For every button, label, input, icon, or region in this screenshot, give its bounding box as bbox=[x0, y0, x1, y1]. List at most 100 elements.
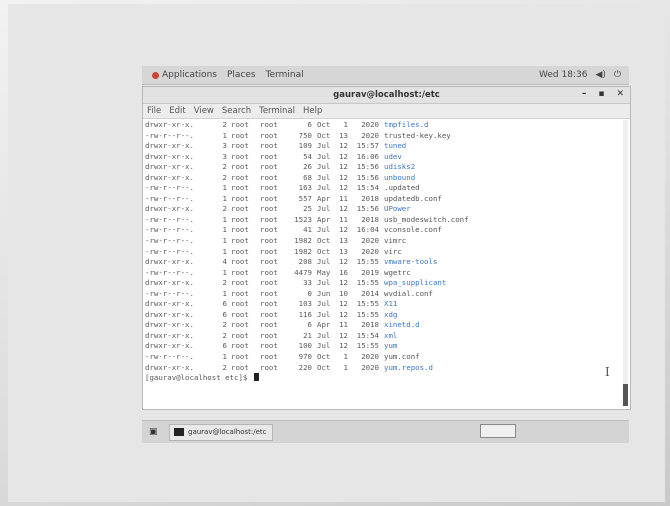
terminal-icon bbox=[174, 428, 184, 436]
listing-owner: root bbox=[231, 288, 249, 298]
listing-owner: root bbox=[231, 320, 249, 330]
listing-name: xml bbox=[384, 330, 398, 340]
listing-perm: drwxr-xr-x. bbox=[145, 330, 194, 340]
listing-line: drwxr-xr-x. 6 root root 100 Jul 12 15:55 yum bbox=[145, 341, 619, 352]
taskbar-window-item[interactable]: gaurav@localhost:/etc bbox=[169, 423, 273, 441]
listing-size: 100 bbox=[298, 341, 312, 351]
listing-mon: Oct bbox=[317, 352, 331, 362]
menu-view[interactable]: View bbox=[194, 106, 214, 116]
listing-links: 1 bbox=[222, 236, 227, 246]
listing-line: -rw-r--r--. 1 root root 41 Jul 12 16:04 vconsole… bbox=[145, 225, 619, 236]
listing-group: root bbox=[260, 151, 278, 161]
listing-size: 6 bbox=[307, 120, 312, 129]
listing-size: 41 bbox=[303, 225, 312, 235]
scroll-thumb[interactable] bbox=[623, 384, 628, 406]
listing-links: 2 bbox=[222, 330, 227, 340]
listing-name: usb_modeswitch.conf bbox=[384, 214, 469, 224]
menu-terminal[interactable]: Terminal bbox=[259, 106, 295, 116]
listing-time: 15:55 bbox=[356, 278, 379, 288]
listing-mon: Oct bbox=[317, 362, 331, 372]
listing-mon: Apr bbox=[317, 214, 331, 224]
prompt-line[interactable]: [gaurav@localhost etc]$ bbox=[145, 373, 619, 384]
listing-group: root bbox=[260, 120, 278, 129]
listing-perm: drwxr-xr-x. bbox=[145, 162, 194, 172]
listing-group: root bbox=[260, 362, 278, 372]
listing-owner: root bbox=[231, 214, 249, 224]
listing-time: 15:56 bbox=[356, 204, 379, 214]
listing-perm: drwxr-xr-x. bbox=[145, 341, 194, 351]
listing-mon: Oct bbox=[317, 246, 331, 256]
listing-line: -rw-r--r--. 1 root root 1982 Oct 13 2020 vimrc bbox=[145, 236, 619, 247]
listing-name: X11 bbox=[384, 299, 398, 309]
listing-links: 2 bbox=[222, 172, 227, 182]
listing-line: drwxr-xr-x. 2 root root 26 Jul 12 15:56 udisks2 bbox=[145, 162, 619, 173]
scrollbar[interactable] bbox=[623, 120, 628, 406]
listing-group: root bbox=[260, 352, 278, 362]
minimize-icon[interactable]: – bbox=[582, 89, 587, 99]
listing-line: -rw-r--r--. 1 root root 1982 Oct 13 2020 virc bbox=[145, 247, 619, 258]
listing-mon: Jul bbox=[317, 151, 331, 161]
listing-group: root bbox=[260, 320, 278, 330]
listing-line: -rw-r--r--. 1 root root 4479 May 16 2019 wgetrc bbox=[145, 268, 619, 279]
listing-time: 2020 bbox=[361, 236, 379, 246]
close-icon[interactable]: ✕ bbox=[616, 89, 624, 99]
listing-day: 12 bbox=[339, 330, 348, 340]
places-menu[interactable]: Places bbox=[227, 70, 256, 80]
window-titlebar[interactable]: gaurav@localhost:/etc – ▪ ✕ bbox=[143, 87, 630, 104]
listing-name: wvdial.conf bbox=[384, 288, 433, 298]
listing-mon: Jul bbox=[317, 330, 331, 340]
listing-mon: Jul bbox=[317, 162, 331, 172]
listing-perm: drwxr-xr-x. bbox=[145, 362, 194, 372]
listing-mon: Apr bbox=[317, 193, 331, 203]
terminal-cursor bbox=[253, 373, 259, 382]
listing-mon: Jul bbox=[317, 141, 331, 151]
listing-day: 1 bbox=[343, 362, 348, 372]
clock[interactable]: Wed 18:36 bbox=[539, 70, 587, 80]
listing-day: 12 bbox=[339, 151, 348, 161]
listing-links: 1 bbox=[222, 288, 227, 298]
listing-day: 12 bbox=[339, 278, 348, 288]
listing-day: 12 bbox=[339, 204, 348, 214]
listing-time: 2020 bbox=[361, 130, 379, 140]
listing-size: 557 bbox=[298, 193, 312, 203]
listing-day: 11 bbox=[339, 214, 348, 224]
power-icon[interactable]: ⏻ bbox=[614, 70, 621, 80]
menu-search[interactable]: Search bbox=[222, 106, 251, 116]
listing-size: 54 bbox=[303, 151, 312, 161]
listing-time: 2020 bbox=[361, 352, 379, 362]
terminal-app-menu[interactable]: Terminal bbox=[266, 70, 304, 80]
listing-mon: Apr bbox=[317, 320, 331, 330]
listing-group: root bbox=[260, 236, 278, 246]
menu-edit[interactable]: Edit bbox=[169, 106, 185, 116]
listing-size: 1982 bbox=[294, 246, 312, 256]
listing-group: root bbox=[260, 330, 278, 340]
top-panel: Applications Places Terminal Wed 18:36 ◀… bbox=[142, 66, 629, 85]
listing-name: UPower bbox=[384, 204, 411, 214]
listing-time: 2019 bbox=[361, 267, 379, 277]
listing-mon: Jul bbox=[317, 299, 331, 309]
listing-time: 2018 bbox=[361, 320, 379, 330]
workspace-switcher[interactable] bbox=[480, 424, 516, 438]
terminal-output[interactable]: drwxr-xr-x. 2 root root 6 Oct 1 2020 tmpfiles.d -… bbox=[145, 120, 619, 406]
applications-icon bbox=[152, 71, 159, 79]
show-desktop-icon[interactable]: ▣ bbox=[149, 427, 163, 437]
volume-icon[interactable]: ◀) bbox=[595, 70, 605, 80]
applications-menu[interactable]: Applications bbox=[152, 70, 217, 80]
listing-name: unbound bbox=[384, 172, 416, 182]
listing-line: -rw-r--r--. 1 root root 557 Apr 11 2018 updatedb… bbox=[145, 194, 619, 205]
listing-time: 2018 bbox=[361, 193, 379, 203]
menu-help[interactable]: Help bbox=[303, 106, 322, 116]
listing-day: 16 bbox=[339, 267, 348, 277]
listing-time: 15:54 bbox=[356, 330, 379, 340]
listing-name: .updated bbox=[384, 183, 420, 193]
listing-time: 2020 bbox=[361, 120, 379, 129]
listing-time: 15:56 bbox=[356, 172, 379, 182]
listing-time: 15:55 bbox=[356, 309, 379, 319]
listing-mon: Jul bbox=[317, 309, 331, 319]
listing-links: 6 bbox=[222, 299, 227, 309]
listing-perm: drwxr-xr-x. bbox=[145, 151, 194, 161]
listing-time: 16:06 bbox=[356, 151, 379, 161]
maximize-icon[interactable]: ▪ bbox=[598, 89, 604, 99]
menu-file[interactable]: File bbox=[147, 106, 161, 116]
listing-owner: root bbox=[231, 225, 249, 235]
